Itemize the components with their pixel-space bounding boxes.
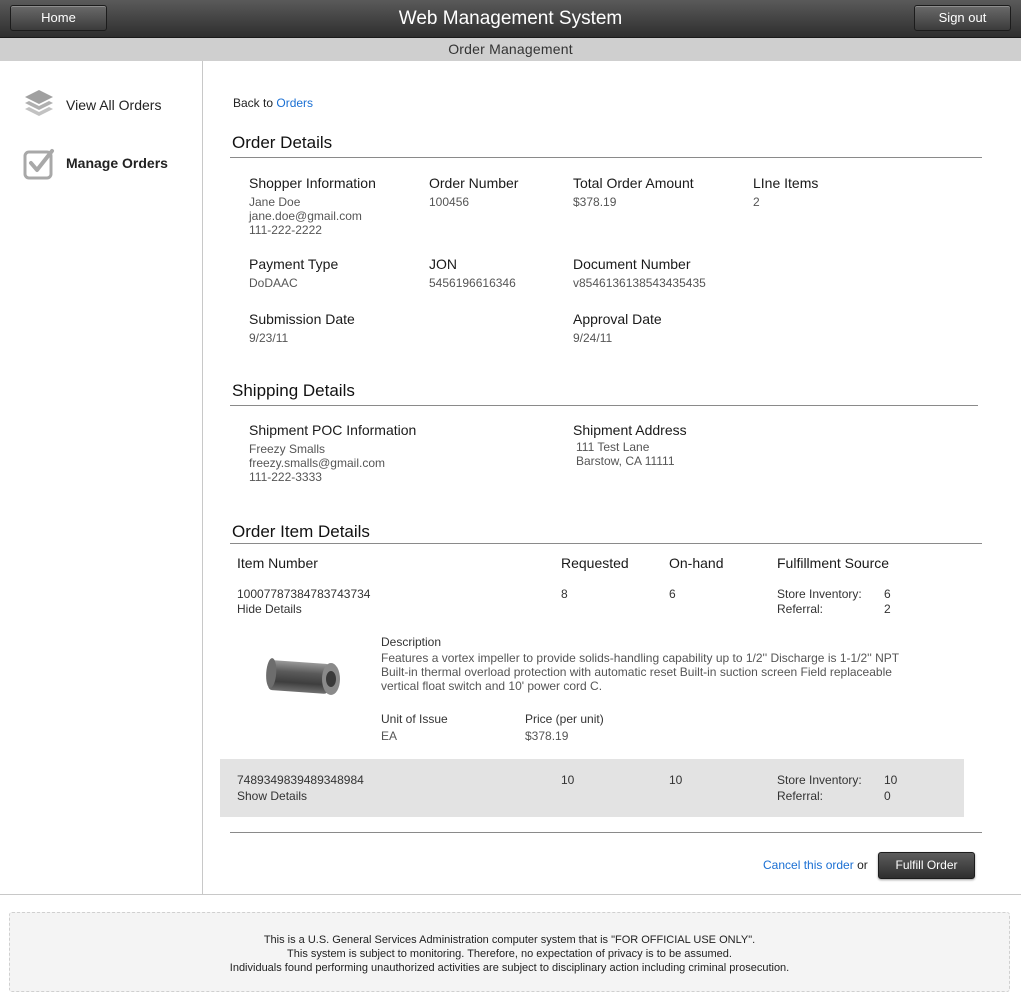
app-title: Web Management System bbox=[398, 8, 623, 29]
address-line-2: Barstow, CA 11111 bbox=[576, 454, 675, 468]
payment-type: Payment Type DoDAAC bbox=[249, 256, 338, 290]
description-label: Description bbox=[381, 635, 442, 649]
top-bar: Home Web Management System Sign out bbox=[0, 0, 1021, 38]
sidebar: View All Orders Manage Orders bbox=[0, 61, 203, 894]
system-notice: This is a U.S. General Services Administ… bbox=[9, 912, 1010, 992]
field-value: $378.19 bbox=[573, 195, 617, 209]
field-label: Shopper Information bbox=[249, 175, 376, 191]
hide-details-link[interactable]: Hide Details bbox=[237, 602, 302, 616]
referral-value[interactable]: 0 bbox=[884, 789, 891, 803]
layers-icon bbox=[22, 88, 56, 122]
field-label: Price (per unit) bbox=[525, 712, 604, 726]
store-inventory-value[interactable]: 10 bbox=[884, 773, 897, 787]
divider bbox=[230, 543, 982, 544]
address-line-1: 111 Test Lane bbox=[576, 440, 650, 454]
fulfill-order-button[interactable]: Fulfill Order bbox=[878, 852, 975, 879]
field-label: LIne Items bbox=[753, 175, 819, 191]
field-value: 2 bbox=[753, 195, 760, 209]
sidebar-item-label: Manage Orders bbox=[66, 155, 168, 171]
unit-of-issue: Unit of Issue EA bbox=[381, 712, 448, 743]
action-row: Cancel this order or bbox=[763, 858, 868, 872]
referral-label: Referral: bbox=[777, 602, 824, 616]
field-label: Document Number bbox=[573, 256, 691, 272]
notice-line-3: Individuals found performing unauthorize… bbox=[229, 962, 790, 974]
approval-date: Approval Date 9/24/11 bbox=[573, 311, 662, 345]
field-value: 9/24/11 bbox=[573, 331, 613, 345]
sidebar-item-label: View All Orders bbox=[66, 97, 162, 113]
jon: JON 5456196616346 bbox=[429, 256, 516, 290]
order-item-details-title: Order Item Details bbox=[232, 522, 370, 541]
referral-value[interactable]: 2 bbox=[884, 602, 891, 616]
table-row bbox=[220, 759, 964, 817]
field-label: Approval Date bbox=[573, 311, 662, 327]
requested-value: 10 bbox=[561, 773, 575, 787]
field-label: Total Order Amount bbox=[573, 175, 694, 191]
show-details-link[interactable]: Show Details bbox=[237, 789, 307, 803]
field-value: $378.19 bbox=[525, 729, 569, 743]
order-number: Order Number 100456 bbox=[429, 175, 518, 209]
divider bbox=[230, 157, 982, 158]
shipment-address: Shipment Address 111 Test Lane Barstow, … bbox=[573, 422, 687, 468]
sidebar-item-view-all-orders[interactable]: View All Orders bbox=[22, 87, 192, 123]
field-value: 100456 bbox=[429, 195, 470, 209]
page-subtitle: Order Management bbox=[0, 38, 1021, 61]
shopper-information: Shopper Information Jane Doe jane.doe@gm… bbox=[249, 175, 376, 237]
item-number: 7489349839489348984 bbox=[237, 773, 364, 787]
divider bbox=[230, 405, 978, 406]
field-label: Shipment POC Information bbox=[249, 422, 417, 438]
shopper-email: jane.doe@gmail.com bbox=[249, 209, 362, 223]
field-value: 9/23/11 bbox=[249, 331, 289, 345]
shipment-poc: Shipment POC Information Freezy Smalls f… bbox=[249, 422, 416, 484]
on-hand-value: 6 bbox=[669, 587, 676, 601]
field-label: JON bbox=[429, 256, 457, 272]
poc-email: freezy.smalls@gmail.com bbox=[249, 456, 385, 470]
price-per-unit: Price (per unit) $378.19 bbox=[525, 712, 604, 743]
description-text: Features a vortex impeller to provide so… bbox=[381, 651, 899, 693]
store-inventory-label: Store Inventory: bbox=[777, 587, 862, 601]
notice-line-1: This is a U.S. General Services Administ… bbox=[263, 934, 756, 946]
field-value: 5456196616346 bbox=[429, 276, 516, 290]
column-header-item-number: Item Number bbox=[237, 555, 318, 571]
product-image bbox=[263, 654, 343, 707]
field-value: v8546136138543435435 bbox=[573, 276, 706, 290]
item-number: 10007787384783743734 bbox=[237, 587, 371, 601]
shipping-details-title: Shipping Details bbox=[232, 381, 355, 400]
poc-name: Freezy Smalls bbox=[249, 442, 326, 456]
cancel-order-link[interactable]: Cancel this order bbox=[763, 858, 854, 872]
order-details-title: Order Details bbox=[232, 133, 333, 152]
referral-label: Referral: bbox=[777, 789, 824, 803]
document-number: Document Number v8546136138543435435 bbox=[573, 256, 706, 290]
sidebar-item-manage-orders[interactable]: Manage Orders bbox=[22, 145, 192, 181]
divider bbox=[0, 894, 1021, 895]
requested-value: 8 bbox=[561, 587, 568, 601]
field-label: Unit of Issue bbox=[381, 712, 448, 726]
on-hand-value: 10 bbox=[669, 773, 683, 787]
field-value: DoDAAC bbox=[249, 276, 298, 290]
total-order-amount: Total Order Amount $378.19 bbox=[573, 175, 694, 209]
checkbox-icon bbox=[22, 146, 56, 180]
field-label: Submission Date bbox=[249, 311, 355, 327]
or-text: or bbox=[857, 858, 868, 872]
divider bbox=[230, 832, 982, 833]
breadcrumb-prefix: Back to bbox=[233, 96, 274, 110]
field-label: Order Number bbox=[429, 175, 519, 191]
line-items: LIne Items 2 bbox=[753, 175, 818, 209]
field-label: Payment Type bbox=[249, 256, 339, 272]
notice-line-2: This system is subject to monitoring. Th… bbox=[287, 948, 732, 960]
submission-date: Submission Date 9/23/11 bbox=[249, 311, 355, 345]
poc-phone: 111-222-3333 bbox=[249, 470, 322, 484]
breadcrumb: Back to Orders bbox=[233, 96, 313, 110]
orders-link[interactable]: Orders bbox=[276, 96, 313, 110]
store-inventory-value[interactable]: 6 bbox=[884, 587, 891, 601]
shopper-phone: 111-222-2222 bbox=[249, 223, 322, 237]
store-inventory-label: Store Inventory: bbox=[777, 773, 862, 787]
field-value: EA bbox=[381, 729, 398, 743]
shopper-name: Jane Doe bbox=[249, 195, 301, 209]
column-header-fulfillment-source: Fulfillment Source bbox=[777, 555, 890, 571]
item-details: Description Features a vortex impeller t… bbox=[381, 635, 901, 693]
column-header-on-hand: On-hand bbox=[669, 555, 724, 571]
column-header-requested: Requested bbox=[561, 555, 629, 571]
field-label: Shipment Address bbox=[573, 422, 687, 438]
sign-out-button[interactable]: Sign out bbox=[914, 5, 1011, 31]
